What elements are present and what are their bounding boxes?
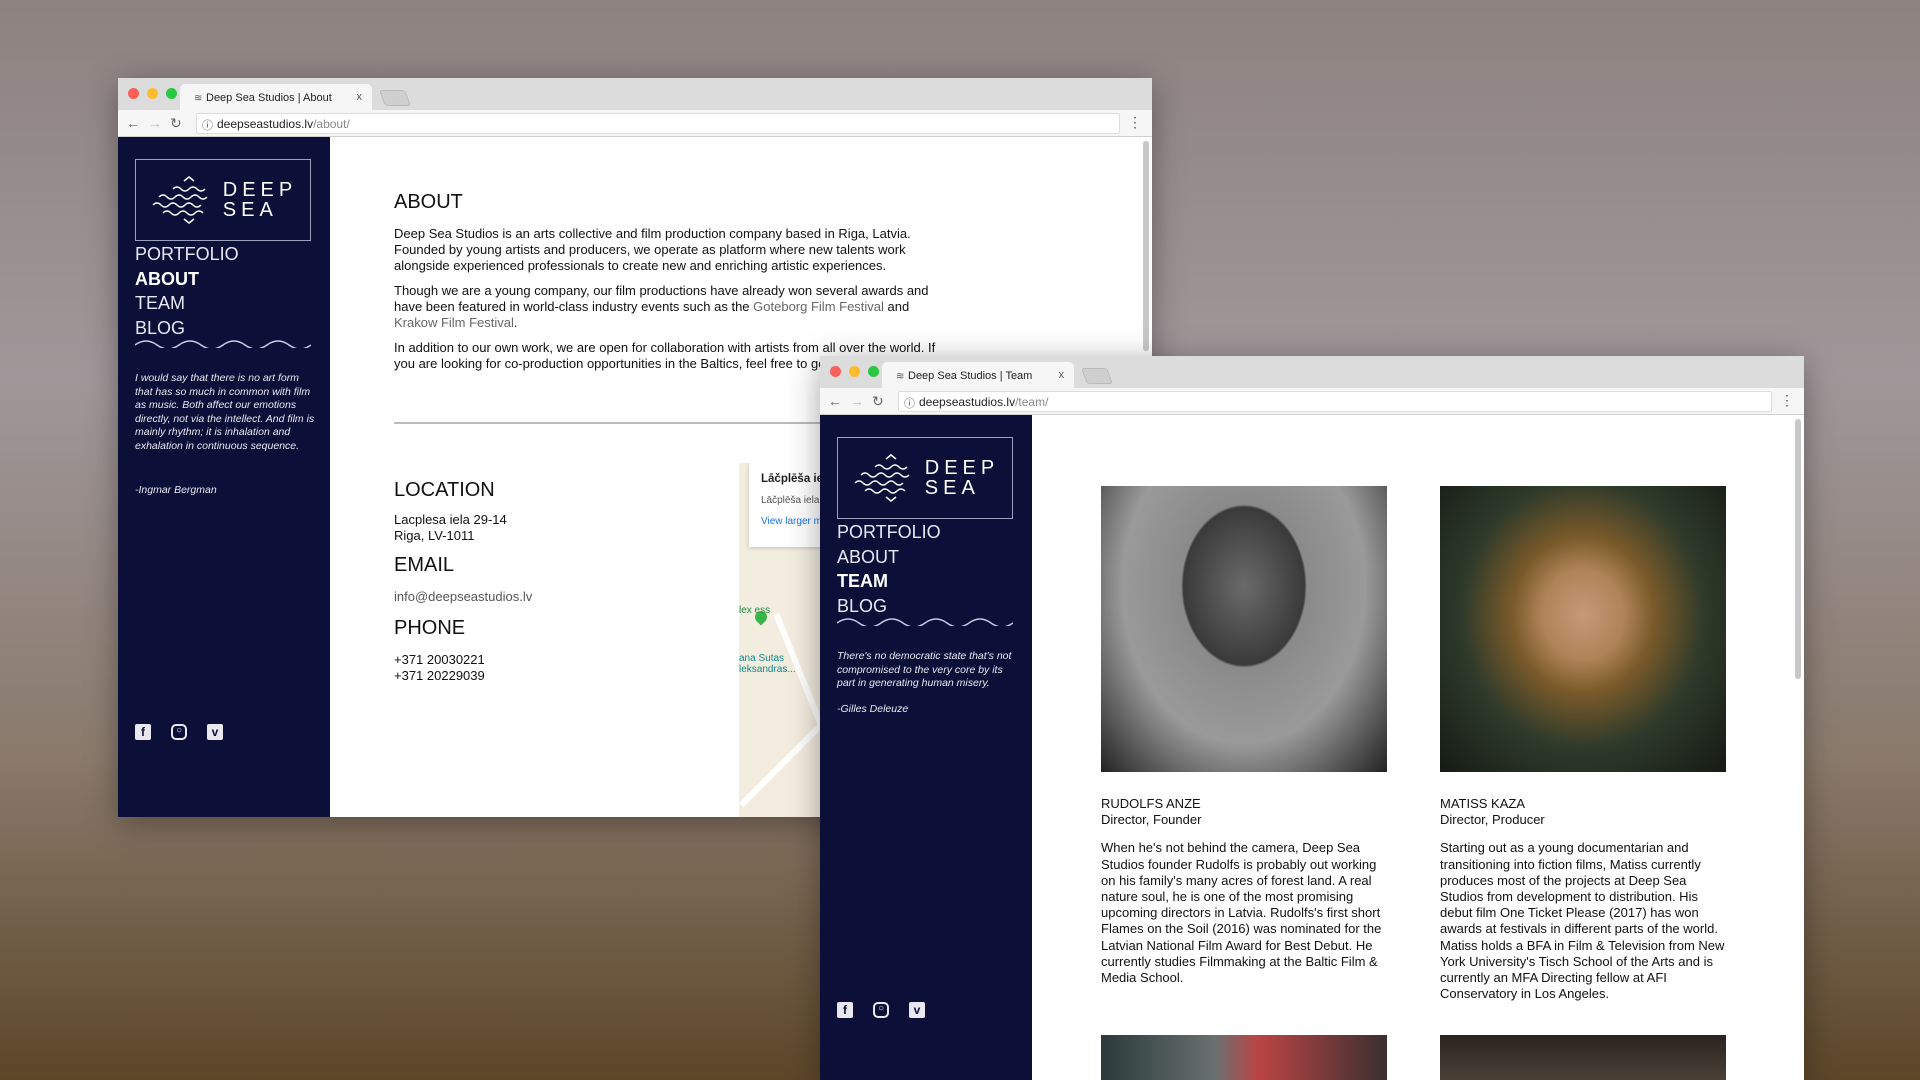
wave-divider <box>135 340 311 348</box>
tab-close-icon[interactable]: x <box>357 91 363 103</box>
tab-title: Deep Sea Studios | About <box>206 92 332 104</box>
maximize-window-button[interactable] <box>868 366 879 377</box>
logo-line2: SEA <box>924 477 980 499</box>
member-photo <box>1440 486 1726 772</box>
forward-icon[interactable]: → <box>148 115 162 131</box>
url-path: /about/ <box>313 117 350 131</box>
favicon-icon: ≋ <box>896 371 905 382</box>
main-nav: PORTFOLIO ABOUT TEAM BLOG <box>837 520 941 618</box>
reload-icon[interactable]: ↻ <box>170 115 182 132</box>
vimeo-icon[interactable]: v <box>909 1002 925 1018</box>
nav-blog[interactable]: BLOG <box>135 316 239 341</box>
url-input[interactable]: ⓘ deepseastudios.lv/team/ <box>898 391 1772 412</box>
back-icon[interactable]: ← <box>126 115 140 131</box>
maximize-window-button[interactable] <box>166 88 177 99</box>
quote-author: -Ingmar Bergman <box>135 484 217 496</box>
member-photo <box>1101 1035 1387 1080</box>
team-member-card: RUDOLFS ANZE Director, Founder When he's… <box>1101 796 1391 986</box>
browser-menu-icon[interactable]: ⋮ <box>1780 392 1794 409</box>
logo[interactable]: DEEP SEA <box>135 159 311 241</box>
phone-2: +371 20229039 <box>394 668 485 683</box>
address-line1: Lacplesa iela 29-14 <box>394 512 507 527</box>
nav-blog[interactable]: BLOG <box>837 594 941 619</box>
team-member-card: MATISS KAZA Director, Producer Starting … <box>1440 796 1730 1002</box>
url-domain: deepseastudios.lv <box>217 117 314 131</box>
waves-logo-icon <box>152 176 208 224</box>
email-link[interactable]: info@deepseastudios.lv <box>394 589 594 605</box>
nav-about[interactable]: ABOUT <box>135 267 239 292</box>
minimize-window-button[interactable] <box>147 88 158 99</box>
logo[interactable]: DEEP SEA <box>837 437 1013 519</box>
phone-heading: PHONE <box>394 617 466 639</box>
sidebar: DEEP SEA PORTFOLIO ABOUT TEAM BLOG There'… <box>820 415 1032 1080</box>
instagram-icon[interactable]: ○ <box>171 724 187 740</box>
logo-line2: SEA <box>222 199 278 221</box>
sidebar: DEEP SEA PORTFOLIO ABOUT TEAM BLOG I woul… <box>118 137 330 817</box>
address-bar-row: ← → ↻ ⓘ deepseastudios.lv/team/ ⋮ <box>820 388 1804 415</box>
vimeo-icon[interactable]: v <box>207 724 223 740</box>
location-heading: LOCATION <box>394 479 495 501</box>
quote-text: I would say that there is no art form th… <box>135 372 315 452</box>
about-paragraph-1: Deep Sea Studios is an arts collective a… <box>394 226 911 273</box>
forward-icon[interactable]: → <box>850 393 864 409</box>
info-icon: ⓘ <box>904 398 915 410</box>
phone-1: +371 20030221 <box>394 652 485 667</box>
waves-logo-icon <box>854 454 910 502</box>
facebook-icon[interactable]: f <box>135 724 151 740</box>
address-line2: Riga, LV-1011 <box>394 528 475 543</box>
about-paragraph-2: Though we are a young company, our film … <box>394 283 929 330</box>
main-content: RUDOLFS ANZE Director, Founder When he's… <box>1032 415 1804 1080</box>
instagram-icon[interactable]: ○ <box>873 1002 889 1018</box>
close-window-button[interactable] <box>128 88 139 99</box>
close-window-button[interactable] <box>830 366 841 377</box>
goteborg-link[interactable]: Goteborg Film Festival <box>753 299 884 314</box>
nav-portfolio[interactable]: PORTFOLIO <box>837 520 941 545</box>
logo-line1: DEEP <box>924 457 1000 479</box>
new-tab-button[interactable] <box>379 90 411 106</box>
map-place-label: lex ess <box>739 605 771 616</box>
wave-divider <box>837 618 1013 626</box>
member-bio: Starting out as a young documentarian an… <box>1440 840 1725 1002</box>
reload-icon[interactable]: ↻ <box>872 393 884 410</box>
tab-bar: ≋ Deep Sea Studios | About x <box>118 78 1152 110</box>
url-domain: deepseastudios.lv <box>919 395 1016 409</box>
address-bar-row: ← → ↻ ⓘ deepseastudios.lv/about/ ⋮ <box>118 110 1152 137</box>
krakow-link[interactable]: Krakow Film Festival <box>394 315 514 330</box>
url-input[interactable]: ⓘ deepseastudios.lv/about/ <box>196 113 1120 134</box>
member-photo <box>1440 1035 1726 1080</box>
info-icon: ⓘ <box>202 120 213 132</box>
browser-window-team: ≋ Deep Sea Studios | Team x ← → ↻ ⓘ deepsea… <box>820 356 1804 1080</box>
quote-text: There's no democratic state that's not c… <box>837 650 1012 689</box>
logo-line1: DEEP <box>222 179 298 201</box>
tab-close-icon[interactable]: x <box>1059 369 1065 381</box>
url-path: /team/ <box>1015 395 1049 409</box>
nav-about[interactable]: ABOUT <box>837 545 941 570</box>
nav-portfolio[interactable]: PORTFOLIO <box>135 242 239 267</box>
favicon-icon: ≋ <box>194 93 203 104</box>
member-role: Director, Producer <box>1440 812 1545 828</box>
browser-menu-icon[interactable]: ⋮ <box>1128 114 1142 131</box>
member-photo <box>1101 486 1387 772</box>
new-tab-button[interactable] <box>1081 368 1113 384</box>
tab-team[interactable]: ≋ Deep Sea Studios | Team x <box>882 362 1074 388</box>
main-nav: PORTFOLIO ABOUT TEAM BLOG <box>135 242 239 340</box>
facebook-icon[interactable]: f <box>837 1002 853 1018</box>
scrollbar[interactable] <box>1795 419 1801 679</box>
member-name: MATISS KAZA <box>1440 796 1525 811</box>
back-icon[interactable]: ← <box>828 393 842 409</box>
map-place-label: ana Sutas leksandras... <box>739 653 796 675</box>
quote-author: -Gilles Deleuze <box>837 703 909 715</box>
tab-title: Deep Sea Studios | Team <box>908 370 1033 382</box>
member-bio: When he's not behind the camera, Deep Se… <box>1101 840 1382 986</box>
nav-team[interactable]: TEAM <box>135 291 239 316</box>
member-role: Director, Founder <box>1101 812 1202 828</box>
about-heading: ABOUT <box>394 191 463 213</box>
email-heading: EMAIL <box>394 554 455 576</box>
member-name: RUDOLFS ANZE <box>1101 796 1201 811</box>
scrollbar[interactable] <box>1143 141 1149 351</box>
tab-bar: ≋ Deep Sea Studios | Team x <box>820 356 1804 388</box>
minimize-window-button[interactable] <box>849 366 860 377</box>
nav-team[interactable]: TEAM <box>837 569 941 594</box>
tab-about[interactable]: ≋ Deep Sea Studios | About x <box>180 84 372 110</box>
